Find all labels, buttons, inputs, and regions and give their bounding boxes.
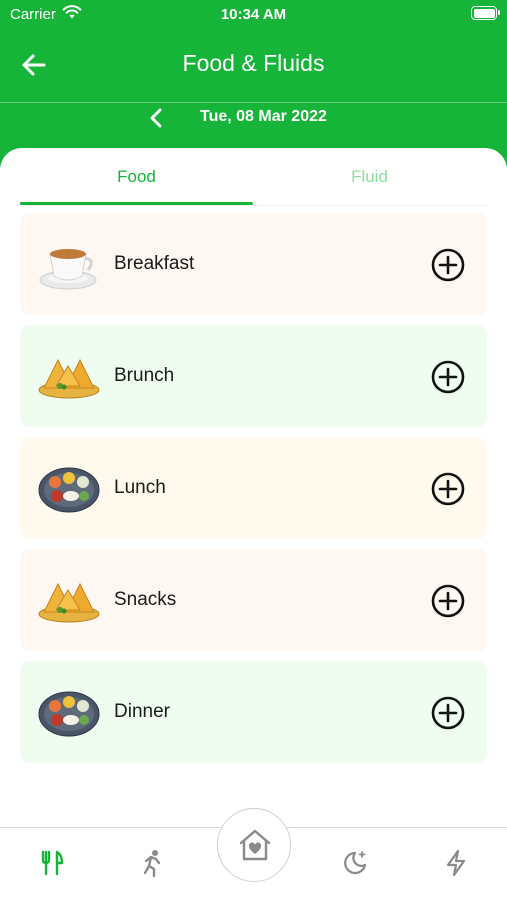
page-title: Food & Fluids	[182, 50, 325, 76]
add-circle-icon[interactable]	[431, 360, 465, 394]
food-icon[interactable]	[37, 848, 67, 878]
sleep-icon[interactable]	[340, 848, 370, 878]
samosa-icon	[38, 358, 100, 399]
chevron-left-icon[interactable]	[146, 107, 166, 129]
add-circle-icon[interactable]	[431, 696, 465, 730]
nav-bar: Food & Fluids	[0, 40, 507, 90]
tab-active-indicator	[20, 202, 253, 205]
meal-label: Breakfast	[114, 253, 195, 274]
tab-bar: Food Fluid	[20, 148, 487, 206]
add-circle-icon[interactable]	[431, 248, 465, 282]
meal-card-snacks[interactable]: Snacks	[20, 549, 487, 651]
clock: 10:34 AM	[220, 6, 287, 23]
home-icon	[239, 829, 271, 861]
battery-icon	[471, 6, 500, 20]
thali-plate-icon	[38, 467, 100, 513]
add-circle-icon[interactable]	[431, 472, 465, 506]
home-button[interactable]	[217, 808, 291, 882]
samosa-icon	[38, 582, 100, 623]
energy-icon[interactable]	[441, 848, 471, 878]
status-bar: Carrier 10:34 AM	[0, 0, 507, 28]
tea-cup-icon	[39, 249, 97, 290]
selected-date: Tue, 08 Mar 2022	[200, 108, 327, 125]
meal-label: Brunch	[114, 365, 175, 386]
activity-icon[interactable]	[137, 848, 167, 878]
tab-fluid[interactable]: Fluid	[253, 148, 486, 206]
meal-label: Snacks	[114, 589, 177, 610]
meal-label: Lunch	[114, 477, 166, 498]
content-card: Food Fluid Breakfast Brunch Lunch Snacks…	[0, 148, 507, 828]
add-circle-icon[interactable]	[431, 584, 465, 618]
tab-underline-track	[20, 205, 487, 206]
meal-card-breakfast[interactable]: Breakfast	[20, 213, 487, 315]
meal-label: Dinner	[114, 701, 170, 722]
meal-card-lunch[interactable]: Lunch	[20, 437, 487, 539]
meal-card-dinner[interactable]: Dinner	[20, 661, 487, 763]
header: Carrier 10:34 AM Food & Fluids Tue, 08 M…	[0, 0, 507, 168]
thali-plate-icon	[38, 691, 100, 737]
meal-card-brunch[interactable]: Brunch	[20, 325, 487, 427]
tab-food[interactable]: Food	[20, 148, 253, 206]
date-selector: Tue, 08 Mar 2022	[0, 103, 507, 133]
